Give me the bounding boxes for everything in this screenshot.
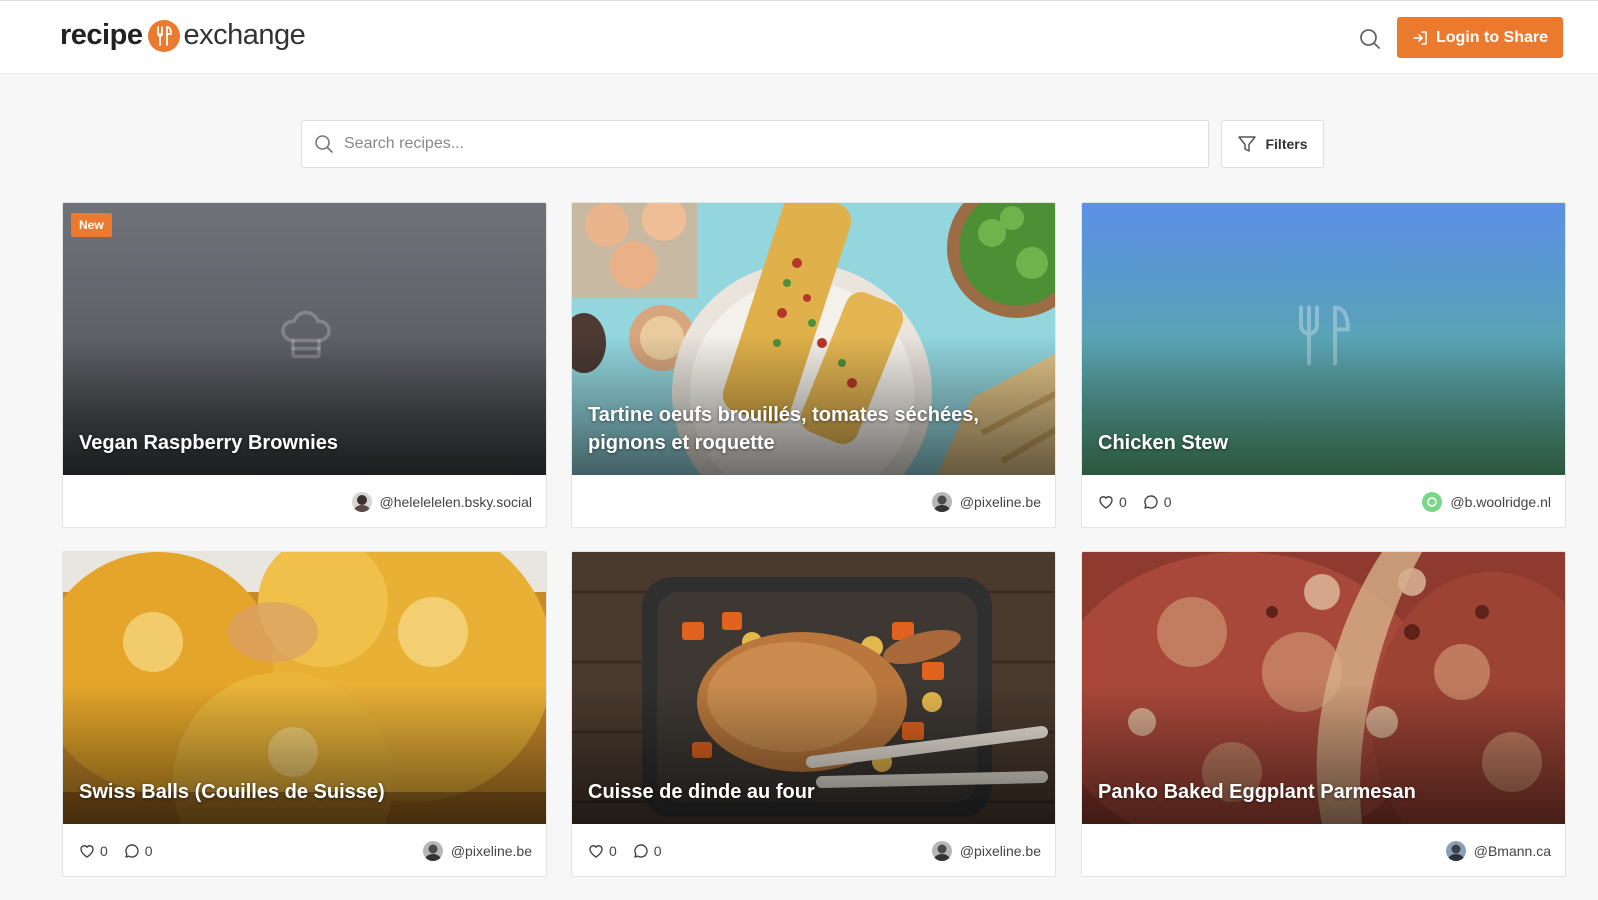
- author-handle: @pixeline.be: [450, 843, 532, 859]
- like-count: 0: [609, 843, 617, 859]
- recipe-card[interactable]: Swiss Balls (Couilles de Suisse) 0 0 @pi…: [62, 551, 547, 877]
- comment-count: 0: [144, 843, 153, 859]
- site-logo[interactable]: recipe exchange: [60, 19, 306, 52]
- comment-icon: [634, 844, 648, 858]
- recipe-author[interactable]: @pixeline.be: [422, 841, 532, 861]
- search-icon: [315, 135, 333, 153]
- like-count: 0: [100, 843, 108, 859]
- filters-button[interactable]: Filters: [1221, 120, 1324, 168]
- filter-icon: [1238, 136, 1257, 152]
- login-to-share-button[interactable]: Login to Share: [1397, 17, 1563, 58]
- recipe-search-box[interactable]: [301, 120, 1209, 168]
- author-avatar: [1445, 841, 1466, 861]
- filters-label: Filters: [1265, 136, 1308, 152]
- recipe-card[interactable]: Cuisse de dinde au four 0 0 @pixeline.be: [571, 551, 1056, 877]
- recipe-card-footer: @helelelelen.bsky.social: [63, 475, 546, 527]
- recipe-photo: Cuisse de dinde au four: [572, 552, 1055, 824]
- recipe-title: Vegan Raspberry Brownies: [79, 432, 338, 454]
- heart-icon: [1099, 496, 1113, 509]
- recipe-stats: 0 0: [588, 843, 662, 859]
- top-navbar: recipe exchange Login to Share: [0, 0, 1598, 74]
- login-button-label: Login to Share: [1436, 28, 1548, 46]
- recipe-search-input[interactable]: [344, 135, 1184, 153]
- recipe-card[interactable]: Tartine oeufs brouillés, tomates séchées…: [571, 202, 1056, 528]
- recipe-photo: Swiss Balls (Couilles de Suisse): [63, 552, 546, 824]
- search-icon: [1360, 29, 1380, 49]
- comment-icon: [1144, 495, 1158, 509]
- new-badge: New: [71, 213, 112, 237]
- recipe-stats: 0 0: [1098, 494, 1172, 510]
- recipe-stats: 0 0: [79, 843, 153, 859]
- recipe-author[interactable]: @pixeline.be: [931, 841, 1041, 861]
- recipe-card-footer: 0 0 @b.woolridge.nl: [1082, 475, 1565, 527]
- recipe-title: Swiss Balls (Couilles de Suisse): [79, 781, 385, 803]
- like-button[interactable]: 0: [588, 843, 617, 859]
- comment-button[interactable]: 0: [633, 843, 662, 859]
- comment-button[interactable]: 0: [124, 843, 153, 859]
- recipe-image-placeholder: New Vegan Raspberry Brownies: [63, 203, 546, 475]
- logo-word-exchange: exchange: [183, 19, 306, 51]
- recipe-title: Panko Baked Eggplant Parmesan: [1098, 781, 1416, 803]
- recipe-card-footer: @pixeline.be: [572, 475, 1055, 527]
- author-handle: @pixeline.be: [959, 843, 1041, 859]
- recipe-card[interactable]: New Vegan Raspberry Brownies @helelelele…: [62, 202, 547, 528]
- comment-button[interactable]: 0: [1143, 494, 1172, 510]
- login-icon: [1413, 30, 1427, 45]
- author-avatar: [1422, 492, 1443, 512]
- recipe-card-footer: @Bmann.ca: [1082, 824, 1565, 876]
- recipe-author[interactable]: @Bmann.ca: [1445, 841, 1551, 861]
- heart-icon: [589, 845, 603, 858]
- logo-utensils-icon: [148, 19, 181, 52]
- author-handle: @pixeline.be: [959, 494, 1041, 510]
- author-handle: @b.woolridge.nl: [1450, 494, 1551, 510]
- like-button[interactable]: 0: [1098, 494, 1127, 510]
- author-avatar: [931, 492, 952, 512]
- recipe-card-footer: 0 0 @pixeline.be: [572, 824, 1055, 876]
- recipe-author[interactable]: @helelelelen.bsky.social: [351, 492, 532, 512]
- author-handle: @Bmann.ca: [1473, 843, 1551, 859]
- author-handle: @helelelelen.bsky.social: [379, 494, 532, 510]
- logo-word-recipe: recipe: [60, 19, 143, 51]
- author-avatar: [422, 841, 443, 861]
- recipe-author[interactable]: @pixeline.be: [931, 492, 1041, 512]
- author-avatar: [931, 841, 952, 861]
- heart-icon: [80, 845, 94, 858]
- like-button[interactable]: 0: [79, 843, 108, 859]
- comment-count: 0: [1163, 494, 1172, 510]
- recipe-image-placeholder: Chicken Stew: [1082, 203, 1565, 475]
- header-search-button[interactable]: [1356, 25, 1384, 53]
- recipe-card-footer: 0 0 @pixeline.be: [63, 824, 546, 876]
- recipe-title: Tartine oeufs brouillés, tomates séchées…: [588, 404, 979, 454]
- author-avatar: [351, 492, 372, 512]
- recipe-title: Chicken Stew: [1098, 432, 1229, 454]
- recipe-photo: Tartine oeufs brouillés, tomates séchées…: [572, 203, 1055, 475]
- recipe-photo: Panko Baked Eggplant Parmesan: [1082, 552, 1565, 824]
- recipe-author[interactable]: @b.woolridge.nl: [1422, 492, 1551, 512]
- recipe-title: Cuisse de dinde au four: [588, 781, 815, 803]
- like-count: 0: [1119, 494, 1127, 510]
- comment-count: 0: [653, 843, 662, 859]
- comment-icon: [125, 844, 139, 858]
- recipe-card[interactable]: Chicken Stew 0 0 @b.woolridge.nl: [1081, 202, 1566, 528]
- recipe-card[interactable]: Panko Baked Eggplant Parmesan @Bmann.ca: [1081, 551, 1566, 877]
